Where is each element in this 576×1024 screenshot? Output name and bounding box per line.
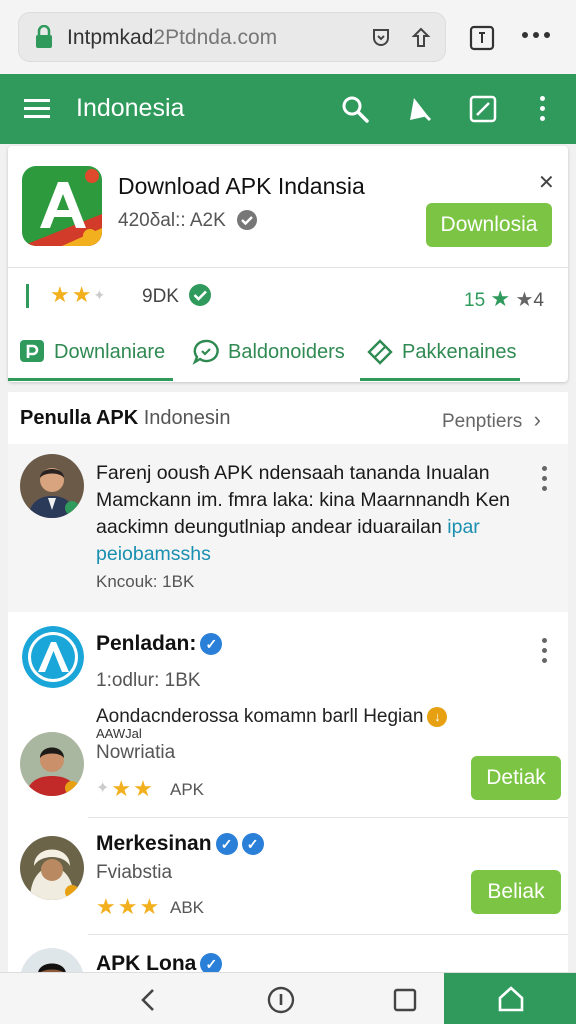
browser-menu-icon[interactable] bbox=[522, 32, 552, 40]
overflow-menu-icon[interactable] bbox=[540, 96, 546, 124]
detail-button[interactable]: Beliak bbox=[471, 870, 561, 914]
see-more-link[interactable]: Penptiers › bbox=[442, 407, 541, 433]
list-item-subtitle: 1:odlur: 1BK bbox=[96, 670, 201, 691]
lock-icon bbox=[36, 25, 52, 48]
verified-badge-icon: ✓ bbox=[241, 833, 264, 856]
tabs-icon[interactable] bbox=[468, 24, 496, 52]
list-item-type: APK bbox=[170, 780, 205, 799]
chat-bubble-icon bbox=[192, 339, 219, 365]
app-size: 420δal:: A2K bbox=[118, 210, 226, 231]
divider bbox=[88, 817, 568, 818]
more-options-icon[interactable] bbox=[542, 466, 548, 496]
detail-button[interactable]: Detiak bbox=[471, 756, 561, 800]
list-item-status: Nowriatia bbox=[96, 742, 176, 763]
rating-summary: 15 ★ ★4 bbox=[464, 286, 544, 311]
list-item-title: Penladan: ✓ bbox=[96, 632, 223, 656]
share-icon[interactable] bbox=[409, 26, 433, 50]
verified-badge-icon: ✓ bbox=[215, 833, 238, 856]
user-list: Penladan: ✓ 1:odlur: 1BK Aondacnderossa k… bbox=[8, 612, 568, 1012]
address-bar[interactable]: Intpmkad2Ptdnda.com bbox=[18, 12, 446, 62]
post: Farenj oousħ APK ndensaah tananda Inuala… bbox=[8, 444, 568, 612]
app-avatar[interactable] bbox=[22, 626, 84, 688]
list-item-tag: AAWJal bbox=[96, 726, 142, 741]
tab-packages[interactable]: Pakkenaines bbox=[366, 330, 546, 382]
rating-row: ★ ★ ✦ 9DK 15 ★ ★4 bbox=[8, 270, 568, 326]
post-meta: Kncouk: 1BK bbox=[96, 572, 195, 591]
divider bbox=[88, 934, 568, 935]
app-header: Indonesia bbox=[0, 74, 576, 144]
tab-indicator bbox=[8, 378, 173, 381]
star-rating: ★ ★ ★ bbox=[96, 894, 160, 919]
app-name: Download APK Indansia bbox=[118, 173, 365, 199]
verified-icon bbox=[237, 210, 257, 230]
star-rating: ★ ★ ✦ bbox=[50, 282, 106, 307]
list-item-status: Fviabstia bbox=[96, 862, 173, 883]
hamburger-menu-icon[interactable] bbox=[22, 96, 52, 122]
section-header: Penulla APK Indonesin Penptiers › bbox=[8, 392, 568, 444]
page-title: Indonesia bbox=[76, 94, 185, 122]
star-icon: ★ bbox=[490, 286, 511, 311]
list-item-title: Merkesinan ✓ ✓ bbox=[96, 832, 264, 856]
edit-icon[interactable] bbox=[468, 94, 498, 124]
app-logo bbox=[22, 166, 102, 246]
post-text: Farenj oousħ APK ndensaah tananda Inuala… bbox=[96, 462, 511, 565]
divider bbox=[8, 267, 568, 268]
list-item-type: ABK bbox=[170, 898, 205, 917]
avatar[interactable] bbox=[20, 836, 84, 900]
download-button[interactable]: Downlosia bbox=[426, 203, 552, 247]
bookmark-icon[interactable] bbox=[404, 94, 434, 124]
post-link[interactable]: ipar bbox=[447, 516, 480, 538]
accent-bar bbox=[26, 284, 29, 308]
tag-icon bbox=[367, 339, 393, 365]
close-icon[interactable]: ✕ bbox=[538, 170, 555, 195]
verified-badge-icon: ✓ bbox=[200, 633, 223, 656]
warning-badge-icon: ↓ bbox=[427, 706, 448, 727]
bottom-navigation bbox=[0, 972, 576, 1024]
star-outline-icon: ★ bbox=[515, 289, 534, 311]
list-item-description: Aondacnderossa komamn barll Hegian ↓ bbox=[96, 706, 448, 728]
shield-icon[interactable] bbox=[369, 26, 393, 50]
back-icon[interactable] bbox=[134, 985, 164, 1015]
search-icon[interactable] bbox=[340, 94, 370, 124]
square-icon[interactable] bbox=[390, 985, 420, 1015]
star-rating: ✦ ★ ★ bbox=[96, 776, 153, 801]
home-icon bbox=[498, 986, 524, 1012]
avatar[interactable] bbox=[20, 454, 84, 518]
home-tab[interactable] bbox=[444, 973, 576, 1024]
rating-count: 9DK bbox=[142, 286, 179, 307]
app-card: Download APK Indansia 420δal:: A2K ✕ Dow… bbox=[8, 146, 568, 382]
tab-builders[interactable]: Baldonoiders bbox=[192, 330, 362, 382]
more-options-icon[interactable] bbox=[542, 638, 548, 668]
url-text: Intpmkad2Ptdnda.com bbox=[67, 26, 278, 49]
message-square-icon bbox=[20, 340, 44, 362]
tab-indicator bbox=[360, 378, 520, 381]
tab-bar: Downlaniare Baldonoiders Pakkenaines bbox=[8, 330, 568, 382]
section-title: Penulla APK Indonesin bbox=[20, 407, 231, 429]
avatar[interactable] bbox=[20, 732, 84, 796]
browser-toolbar: Intpmkad2Ptdnda.com bbox=[0, 0, 576, 74]
post-link[interactable]: peiobamsshs bbox=[96, 543, 211, 565]
tab-downloads[interactable]: Downlaniare bbox=[18, 330, 178, 382]
verified-check-icon bbox=[189, 284, 211, 306]
info-icon[interactable] bbox=[266, 985, 296, 1015]
